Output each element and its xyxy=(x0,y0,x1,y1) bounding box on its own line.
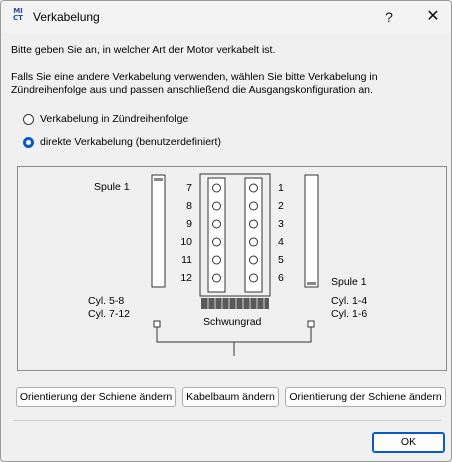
info-text-line1: Falls Sie eine andere Verkabelung verwen… xyxy=(11,71,378,83)
close-button[interactable]: ✕ xyxy=(413,3,451,31)
cyl-number-12: 12 xyxy=(180,272,192,284)
wiring-diagram-graphic xyxy=(151,173,319,356)
right-rail-marker xyxy=(307,282,316,285)
left-cyl-label-2: Cyl. 7-12 xyxy=(88,308,131,320)
title-bar: MI CT Verkabelung ? ✕ xyxy=(1,1,451,33)
left-connector xyxy=(153,320,161,328)
cyl-number-8: 8 xyxy=(186,200,192,212)
radio-direct-wiring[interactable]: direkte Verkabelung (benutzerdefiniert) xyxy=(23,135,221,149)
cylinder-1 xyxy=(249,183,258,193)
right-cyl-label-2: Cyl. 1-6 xyxy=(331,308,368,320)
radio-button-unchecked[interactable] xyxy=(23,113,34,125)
cyl-number-9: 9 xyxy=(186,218,192,230)
cylinder-10 xyxy=(212,237,221,247)
intro-text: Bitte geben Sie an, in welcher Art der M… xyxy=(11,44,276,56)
left-cyl-label-1: Cyl. 5-8 xyxy=(88,295,125,307)
dialog-window: MI CT Verkabelung ? ✕ Bitte geben Sie an,… xyxy=(0,0,452,462)
cylinder-12 xyxy=(212,273,221,283)
separator xyxy=(13,420,441,421)
flywheel xyxy=(201,298,269,309)
app-logo-icon: MI CT xyxy=(13,7,23,22)
cylinder-6 xyxy=(249,273,258,283)
cyl-number-7: 7 xyxy=(186,182,192,194)
right-rail xyxy=(304,174,319,288)
info-text-line2: Zündreihenfolge aus und passen anschließ… xyxy=(11,84,373,96)
right-coil-label: Spule 1 xyxy=(331,276,367,288)
right-connector xyxy=(307,320,315,328)
flywheel-label: Schwungrad xyxy=(203,316,262,328)
radio-firing-order[interactable]: Verkabelung in Zündreihenfolge xyxy=(23,112,188,126)
left-rail xyxy=(151,174,166,288)
cylinder-11 xyxy=(212,255,221,265)
cyl-number-11: 11 xyxy=(181,254,192,266)
right-cyl-label-1: Cyl. 1-4 xyxy=(331,295,368,307)
help-button[interactable]: ? xyxy=(369,3,409,31)
radio-button-checked[interactable] xyxy=(23,136,34,148)
cylinder-5 xyxy=(249,255,258,265)
cylinder-3 xyxy=(249,219,258,229)
cyl-number-4: 4 xyxy=(278,236,284,248)
cylinder-8 xyxy=(212,201,221,211)
cyl-number-2: 2 xyxy=(278,200,284,212)
window-title: Verkabelung xyxy=(33,10,100,24)
cyl-number-6: 6 xyxy=(278,272,284,284)
cyl-number-5: 5 xyxy=(278,254,284,266)
wiring-harness xyxy=(156,327,312,356)
wiring-diagram: Spule 1 Spule 1 7 8 9 10 11 12 1 2 3 4 5… xyxy=(17,166,447,371)
cylinder-4 xyxy=(249,237,258,247)
left-rail-marker xyxy=(154,178,163,181)
orient-left-rail-button[interactable]: Orientierung der Schiene ändern xyxy=(16,387,176,407)
cylinder-9 xyxy=(212,219,221,229)
cyl-number-1: 1 xyxy=(278,182,284,194)
radio-label-firing-order: Verkabelung in Zündreihenfolge xyxy=(40,113,189,125)
radio-label-direct-wiring: direkte Verkabelung (benutzerdefiniert) xyxy=(40,136,221,148)
cylinder-2 xyxy=(249,201,258,211)
cyl-number-10: 10 xyxy=(180,236,192,248)
ok-button[interactable]: OK xyxy=(372,432,445,453)
left-coil-label: Spule 1 xyxy=(94,181,130,193)
change-harness-button[interactable]: Kabelbaum ändern xyxy=(182,387,279,407)
cylinder-7 xyxy=(212,183,221,193)
orient-right-rail-button[interactable]: Orientierung der Schiene ändern xyxy=(285,387,446,407)
cyl-number-3: 3 xyxy=(278,218,284,230)
